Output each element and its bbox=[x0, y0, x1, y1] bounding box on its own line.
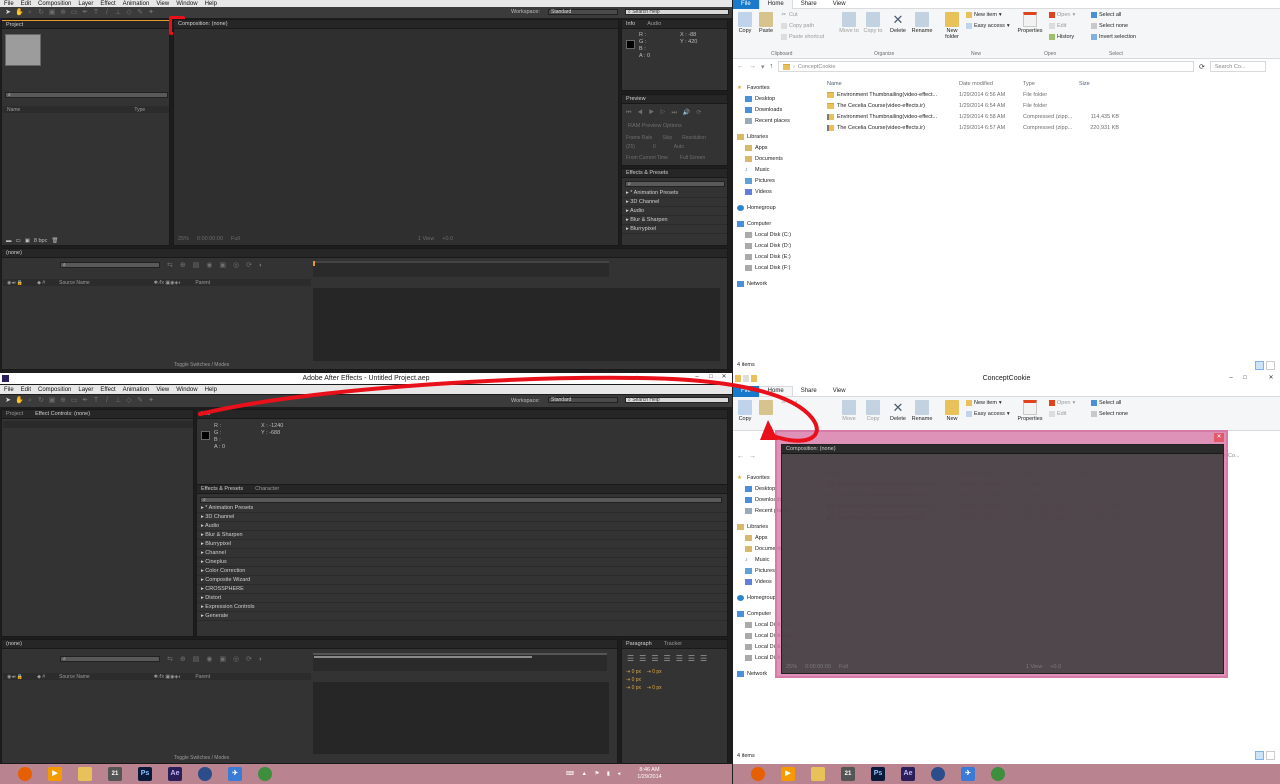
taskbar-right: ▶ 21 Ps Ae ✈ bbox=[733, 764, 1280, 784]
media-player-taskbar-icon[interactable]: ▶ bbox=[777, 765, 799, 783]
globe-taskbar-icon[interactable] bbox=[254, 765, 276, 783]
after-effects-taskbar-icon[interactable]: Ae bbox=[164, 765, 186, 783]
after-effects-taskbar-icon[interactable]: Ae bbox=[897, 765, 919, 783]
remote-taskbar-icon[interactable]: ✈ bbox=[224, 765, 246, 783]
calendar-taskbar-icon[interactable]: 21 bbox=[837, 765, 859, 783]
media-player-taskbar-icon[interactable]: ▶ bbox=[44, 765, 66, 783]
photoshop-taskbar-icon[interactable]: Ps bbox=[867, 765, 889, 783]
cinema4d-taskbar-icon[interactable] bbox=[194, 765, 216, 783]
system-tray-icons: ⌨ ▲ ⚑ ▮ ◂ bbox=[566, 770, 624, 777]
cinema4d-taskbar-icon[interactable] bbox=[927, 765, 949, 783]
firefox-taskbar-icon[interactable] bbox=[14, 765, 36, 783]
clock-date: 1/29/2014 bbox=[637, 774, 662, 780]
remote-taskbar-icon[interactable]: ✈ bbox=[957, 765, 979, 783]
file-explorer-taskbar-icon[interactable] bbox=[807, 765, 829, 783]
clock-time: 8:46 AM bbox=[639, 767, 660, 773]
firefox-taskbar-icon[interactable] bbox=[747, 765, 769, 783]
file-explorer-taskbar-icon[interactable] bbox=[74, 765, 96, 783]
clock[interactable]: 8:46 AM 1/29/2014 bbox=[637, 767, 661, 781]
taskbar-left: ▶ 21 Ps Ae ✈ ⌨ ▲ ⚑ ▮ ◂ 8:46 AM 1/29/2014 bbox=[0, 764, 732, 784]
globe-taskbar-icon[interactable] bbox=[987, 765, 1009, 783]
photoshop-taskbar-icon[interactable]: Ps bbox=[134, 765, 156, 783]
annotation-red-arrow bbox=[198, 375, 819, 443]
calendar-taskbar-icon[interactable]: 21 bbox=[104, 765, 126, 783]
